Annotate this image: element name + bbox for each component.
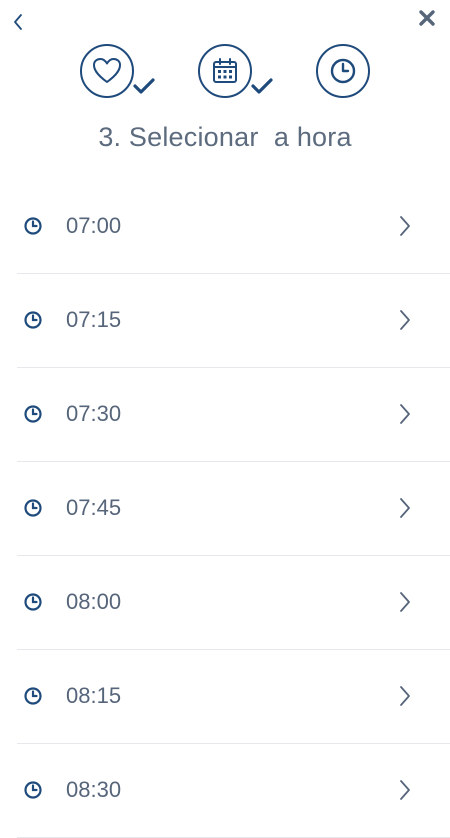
chevron-right-icon	[400, 310, 410, 330]
time-slot-row[interactable]: 07:15	[17, 274, 450, 368]
clock-icon	[24, 311, 42, 329]
step-3-time	[316, 44, 370, 98]
time-slot-row[interactable]: 08:15	[17, 650, 450, 744]
time-slot-row[interactable]: 08:30	[17, 744, 450, 838]
chevron-right-icon	[400, 686, 410, 706]
check-icon	[133, 78, 155, 94]
time-slot-row[interactable]: 07:45	[17, 462, 450, 556]
chevron-right-icon	[400, 592, 410, 612]
top-bar	[0, 0, 450, 40]
step-indicator	[0, 44, 450, 100]
clock-icon	[24, 593, 42, 611]
time-slot-row[interactable]: 08:00	[17, 556, 450, 650]
step-2-circle	[198, 44, 252, 98]
chevron-right-icon	[400, 498, 410, 518]
chevron-left-icon	[14, 14, 22, 30]
step-1-circle	[80, 44, 134, 98]
clock-icon	[330, 58, 356, 84]
step-2-date	[198, 44, 273, 98]
time-slot-label: 07:15	[66, 307, 122, 332]
close-button[interactable]	[414, 5, 440, 31]
chevron-right-icon	[400, 216, 410, 236]
heart-icon	[93, 58, 121, 83]
check-icon	[251, 78, 273, 94]
chevron-right-icon	[400, 780, 410, 800]
step-3-circle	[316, 44, 370, 98]
step-1-favorite	[80, 44, 155, 98]
back-button[interactable]	[6, 8, 30, 36]
clock-icon	[24, 781, 42, 799]
clock-icon	[24, 405, 42, 423]
clock-icon	[24, 687, 42, 705]
clock-icon	[24, 217, 42, 235]
time-slot-row[interactable]: 07:00	[17, 180, 450, 274]
chevron-right-icon	[400, 404, 410, 424]
close-x-icon	[419, 10, 435, 26]
time-slot-label: 07:00	[66, 213, 122, 238]
calendar-icon	[213, 58, 237, 83]
time-slot-label: 08:00	[66, 589, 122, 614]
time-slot-label: 07:45	[66, 495, 122, 520]
time-slot-label: 08:30	[66, 777, 122, 802]
time-list: 07:00 07:15 07:30 07:45 08:00 08:15 08:3…	[17, 180, 450, 838]
clock-icon	[24, 499, 42, 517]
time-slot-label: 08:15	[66, 683, 122, 708]
time-slot-row[interactable]: 07:30	[17, 368, 450, 462]
page-title: 3. Selecionar a hora	[98, 122, 352, 152]
time-slot-label: 07:30	[66, 401, 122, 426]
